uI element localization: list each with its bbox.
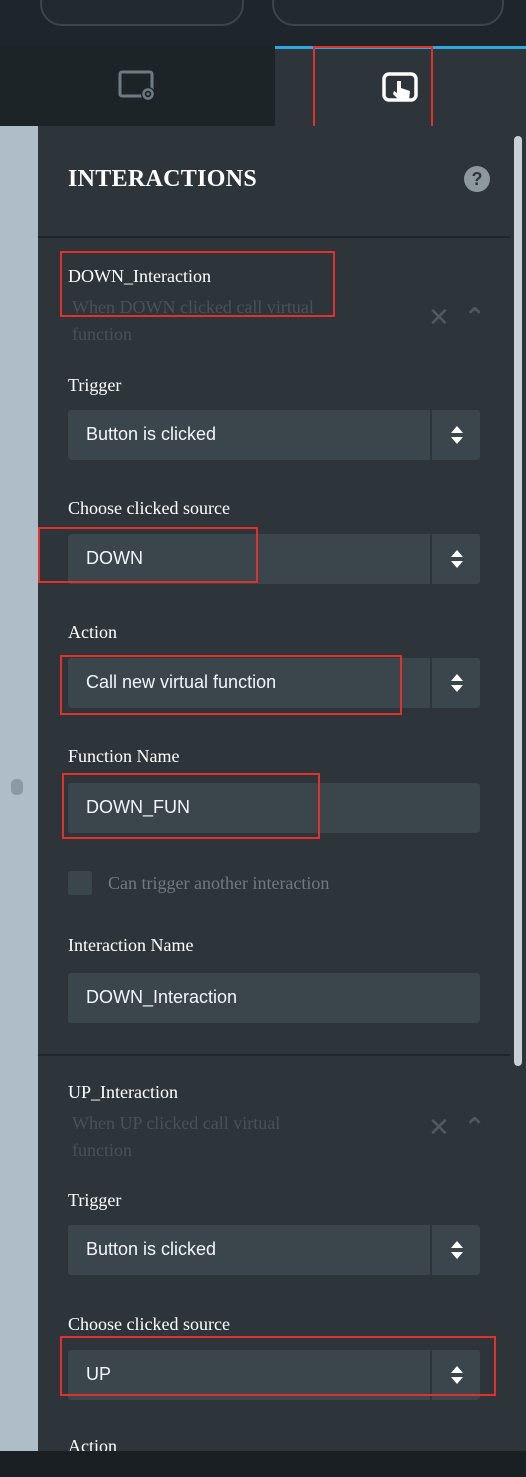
interaction-controls: ✕ ⌃ bbox=[428, 1114, 486, 1140]
updown-arrows-icon bbox=[451, 426, 463, 444]
interaction-name-input[interactable]: DOWN_Interaction bbox=[68, 973, 480, 1023]
trigger-label: Trigger bbox=[68, 375, 122, 395]
trigger-select[interactable]: Button is clicked bbox=[68, 410, 480, 460]
interaction-title[interactable]: UP_Interaction bbox=[68, 1082, 178, 1103]
source-select[interactable]: UP bbox=[68, 1350, 480, 1400]
chain-interaction-label: Can trigger another interaction bbox=[108, 872, 330, 893]
interaction-name-value: DOWN_Interaction bbox=[86, 987, 238, 1007]
help-icon[interactable]: ? bbox=[464, 166, 490, 192]
chevron-up-icon[interactable]: ⌃ bbox=[464, 1114, 486, 1140]
source-value: DOWN bbox=[86, 548, 143, 568]
interactions-panel: INTERACTIONS ? DOWN_Interaction When DOW… bbox=[38, 126, 510, 1451]
bottom-strip bbox=[0, 1451, 526, 1477]
action-select[interactable]: Call new virtual function bbox=[68, 658, 480, 708]
chain-interaction-row: Can trigger another interaction bbox=[68, 871, 329, 895]
select-separator bbox=[430, 534, 432, 584]
interaction-description: When UP clicked call virtual function bbox=[72, 1113, 281, 1160]
tab-properties[interactable] bbox=[0, 46, 275, 126]
function-name-value: DOWN_FUN bbox=[86, 797, 190, 817]
action-label: Action bbox=[68, 1436, 117, 1451]
select-separator bbox=[430, 410, 432, 460]
source-label: Choose clicked source bbox=[68, 1314, 230, 1334]
interaction-card: UP_Interaction When UP clicked call virt… bbox=[38, 1056, 510, 1451]
interaction-card: DOWN_Interaction When DOWN clicked call … bbox=[38, 238, 510, 1054]
left-rail bbox=[0, 126, 38, 1451]
touch-screen-icon bbox=[381, 71, 418, 102]
action-label: Action bbox=[68, 622, 117, 642]
toolbar-pill-left[interactable] bbox=[40, 0, 244, 26]
trigger-label: Trigger bbox=[68, 1190, 122, 1210]
select-separator bbox=[430, 658, 432, 708]
updown-arrows-icon bbox=[451, 1366, 463, 1384]
select-separator bbox=[430, 1350, 432, 1400]
tab-interactions[interactable] bbox=[275, 46, 526, 126]
screen-settings-icon bbox=[118, 70, 155, 101]
drag-handle-icon[interactable] bbox=[11, 779, 23, 795]
panel-scrollbar[interactable] bbox=[510, 126, 526, 1451]
chain-interaction-checkbox[interactable] bbox=[68, 871, 92, 895]
panel-title: INTERACTIONS bbox=[68, 166, 257, 192]
interaction-name-label: Interaction Name bbox=[68, 935, 194, 955]
function-name-label: Function Name bbox=[68, 746, 180, 766]
interaction-description: When DOWN clicked call virtual function bbox=[72, 297, 314, 344]
source-value: UP bbox=[86, 1364, 112, 1384]
function-name-input[interactable]: DOWN_FUN bbox=[68, 783, 480, 833]
select-separator bbox=[430, 1225, 432, 1275]
tab-bar bbox=[0, 46, 526, 141]
top-strip bbox=[0, 0, 526, 46]
trigger-value: Button is clicked bbox=[86, 424, 217, 444]
toolbar-pill-right[interactable] bbox=[272, 0, 504, 26]
interaction-title[interactable]: DOWN_Interaction bbox=[68, 266, 211, 287]
delete-icon[interactable]: ✕ bbox=[428, 1114, 450, 1140]
source-select[interactable]: DOWN bbox=[68, 534, 480, 584]
chevron-up-icon[interactable]: ⌃ bbox=[464, 304, 486, 330]
trigger-select[interactable]: Button is clicked bbox=[68, 1225, 480, 1275]
panel-header: INTERACTIONS ? bbox=[38, 126, 510, 238]
delete-icon[interactable]: ✕ bbox=[428, 304, 450, 330]
updown-arrows-icon bbox=[451, 550, 463, 568]
updown-arrows-icon bbox=[451, 1241, 463, 1259]
updown-arrows-icon bbox=[451, 674, 463, 692]
scroll-thumb[interactable] bbox=[514, 136, 522, 1066]
source-label: Choose clicked source bbox=[68, 498, 230, 518]
trigger-value: Button is clicked bbox=[86, 1239, 217, 1259]
interaction-controls: ✕ ⌃ bbox=[428, 304, 486, 330]
action-value: Call new virtual function bbox=[86, 672, 277, 692]
